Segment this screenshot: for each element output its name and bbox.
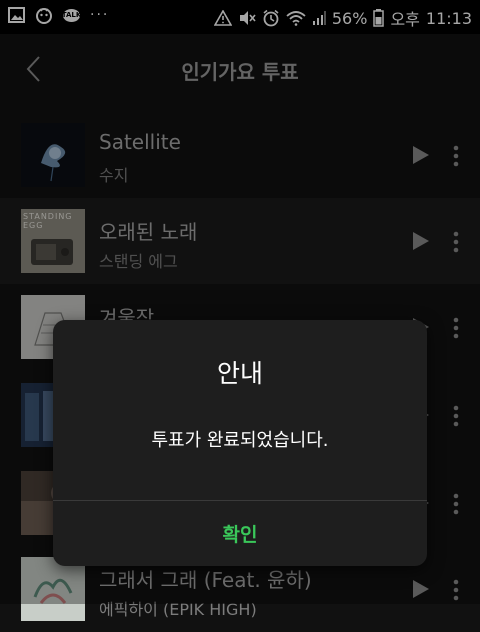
confirm-button[interactable]: 확인 — [53, 501, 427, 566]
vote-complete-dialog: 안내 투표가 완료되었습니다. 확인 — [53, 320, 427, 566]
dialog-message: 투표가 완료되었습니다. — [151, 430, 329, 451]
dialog-title: 안내 — [216, 359, 263, 388]
